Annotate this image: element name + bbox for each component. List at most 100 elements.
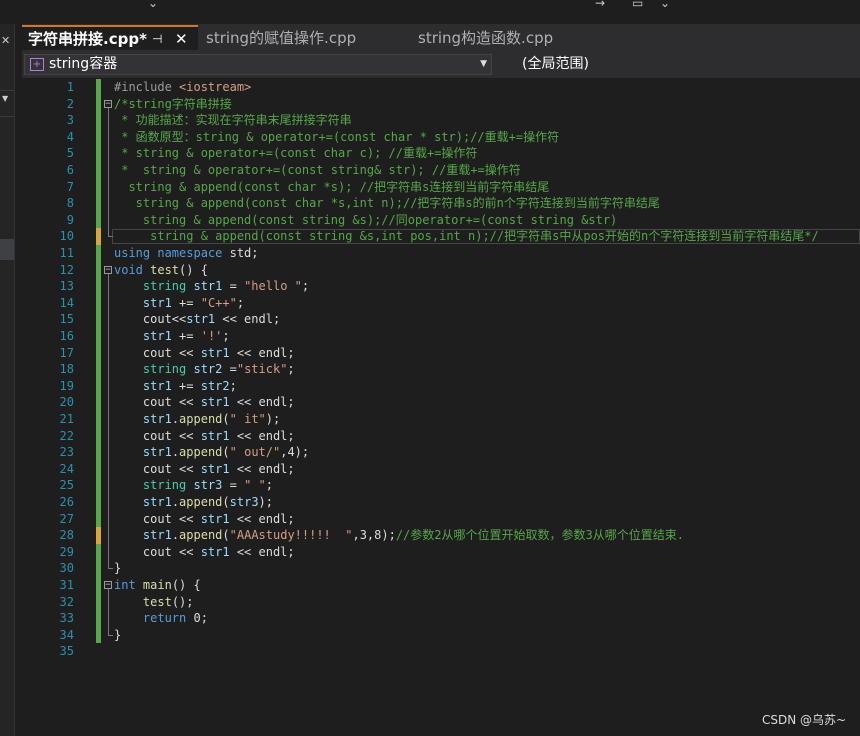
code-text: * 函数原型：string & operator+=(const char * … [114, 129, 559, 146]
navigation-bar: + string容器 ▼ (全局范围) [22, 52, 860, 78]
chevron-down-icon[interactable]: ▼ [480, 55, 487, 74]
panel-close-icon[interactable]: ✕ [1, 34, 10, 47]
toolbar-navigate-icon[interactable]: → [595, 0, 605, 10]
code-token: cout << [114, 511, 201, 526]
code-token: = [222, 279, 245, 294]
code-line[interactable]: 27 cout << str1 << endl; [22, 510, 860, 528]
code-line[interactable]: 15 cout<<str1 << endl; [22, 311, 860, 328]
code-line[interactable]: 7 string & append(const char *s); //把字符串… [22, 178, 860, 196]
panel-divider [0, 90, 14, 91]
code-token: } [114, 627, 122, 642]
code-line[interactable]: 28 str1.append("AAAstudy!!!!! ",3,8);//参… [22, 527, 860, 544]
code-token: << endl; [229, 345, 295, 360]
code-line[interactable]: 17 cout << str1 << endl; [22, 344, 860, 362]
scope-selector[interactable]: (全局范围) [522, 54, 589, 75]
change-marker [96, 411, 101, 428]
code-token: <iostream> [179, 80, 252, 94]
code-text: return 0; [114, 610, 208, 627]
collapse-icon[interactable]: − [104, 99, 112, 108]
code-line[interactable]: 29 cout << str1 << endl; [22, 543, 860, 561]
code-token: string & append(const char *s,int n);//把… [114, 196, 660, 211]
code-line[interactable]: 30} [22, 560, 860, 577]
code-line[interactable]: 8 string & append(const char *s,int n);/… [22, 195, 860, 212]
code-token: /*string字符串拼接 [114, 96, 232, 111]
code-line[interactable]: 3 * 功能描述：实现在字符串末尾拼接字符串 [22, 112, 860, 129]
code-token: ,3,8); [352, 528, 396, 543]
code-line[interactable]: 19 str1 += str2; [22, 377, 860, 395]
line-number: 8 [66, 196, 74, 211]
line-number: 27 [59, 511, 74, 526]
code-line[interactable]: 32 test(); [22, 593, 860, 611]
code-line[interactable]: 14 str1 += "C++"; [22, 294, 860, 312]
panel-dropdown-icon[interactable]: ▼ [2, 94, 8, 103]
code-text: str1 += '!'; [114, 328, 230, 345]
line-number: 23 [59, 445, 74, 460]
code-line[interactable]: 31 int main() { [22, 577, 860, 594]
code-line[interactable]: 25 string str3 = " "; [22, 477, 860, 494]
code-token: . [171, 495, 180, 509]
code-line[interactable]: 13 string str1 = "hello "; [22, 278, 860, 295]
code-line[interactable]: 1 #include <iostream> [22, 79, 860, 96]
code-token: "C++" [200, 295, 237, 310]
code-line[interactable]: 35 [22, 643, 860, 660]
panel-selected-item[interactable] [0, 239, 14, 260]
code-token: () { [171, 578, 201, 592]
tab-active-file[interactable]: 字符串拼接.cpp* ⊣ ✕ [22, 25, 198, 50]
watermark: CSDN @乌苏~ [762, 713, 847, 727]
code-token: cout << [114, 395, 201, 410]
code-token: append [179, 495, 223, 509]
code-line[interactable]: 22 cout << str1 << endl; [22, 427, 860, 445]
code-token: << endl; [229, 544, 295, 559]
toolbar-overflow-icon[interactable]: ⌄ [148, 0, 158, 10]
code-line[interactable]: 23 str1.append(" out/",4); [22, 444, 860, 461]
change-marker [96, 278, 101, 295]
code-line[interactable]: 16 str1 += '!'; [22, 328, 860, 345]
code-line[interactable]: 24 cout << str1 << endl; [22, 460, 860, 478]
code-line[interactable]: 20 cout << str1 << endl; [22, 394, 860, 411]
line-number: 6 [66, 163, 74, 177]
code-line[interactable]: 11 using namespace std; [22, 245, 860, 262]
project-selector[interactable]: + string容器 ▼ [24, 54, 492, 75]
change-marker [96, 543, 101, 561]
code-token: string [142, 362, 194, 377]
code-line[interactable]: 21 str1.append(" it"); [22, 411, 860, 428]
code-line[interactable]: 33 return 0; [22, 610, 860, 627]
collapse-icon[interactable]: − [104, 581, 112, 590]
code-token: append [179, 412, 223, 426]
close-icon[interactable]: ✕ [175, 27, 188, 51]
code-line[interactable]: 26 str1.append(str3); [22, 494, 860, 511]
project-icon: + [30, 58, 44, 71]
code-token: string & append(const string &s);//同oper… [114, 212, 618, 227]
code-token: string [142, 478, 194, 493]
fold-guide [108, 107, 109, 237]
code-line[interactable]: 5 * string & operator+=(const char c); /… [22, 145, 860, 162]
code-text: string & append(const char *s,int n);//把… [114, 195, 660, 212]
code-token: ); [265, 412, 281, 426]
code-token: str1 [200, 511, 230, 526]
change-marker [96, 394, 101, 411]
collapse-icon[interactable]: − [104, 265, 112, 274]
code-line[interactable]: 34} [22, 626, 860, 644]
code-line[interactable]: 12 void test() { [22, 261, 860, 279]
line-number: 25 [59, 478, 74, 493]
pin-icon[interactable]: ⊣ [152, 27, 162, 51]
code-line[interactable]: 18 string str2 ="stick"; [22, 361, 860, 378]
code-line[interactable]: 4 * 函数原型：string & operator+=(const char … [22, 128, 860, 146]
code-line[interactable]: 2 /*string字符串拼接 [22, 95, 860, 113]
line-number: 4 [66, 129, 74, 144]
code-line[interactable]: 6 * string & operator+=(const string& st… [22, 162, 860, 179]
code-token: str1 [142, 495, 172, 509]
code-token: " out/" [229, 445, 281, 460]
toolbar-dropdown-icon[interactable]: ⌄ [660, 0, 670, 10]
tab-string-ctor[interactable]: string构造函数.cpp [412, 27, 608, 49]
tab-string-assign[interactable]: string的赋值操作.cpp [200, 27, 410, 49]
code-editor[interactable]: 1 #include <iostream> 2/*string字符串拼接 3 * 功能… [22, 78, 860, 736]
code-line[interactable]: 10 string & append(const string &s,int p… [22, 228, 860, 245]
code-text: string & append(const string &s);//同oper… [114, 212, 617, 229]
code-text: #include <iostream> [114, 79, 251, 96]
code-line[interactable]: 9 string & append(const string &s);//同op… [22, 211, 860, 229]
change-marker [96, 311, 101, 328]
toolbar-solution-icon[interactable]: ▭ [632, 0, 643, 10]
